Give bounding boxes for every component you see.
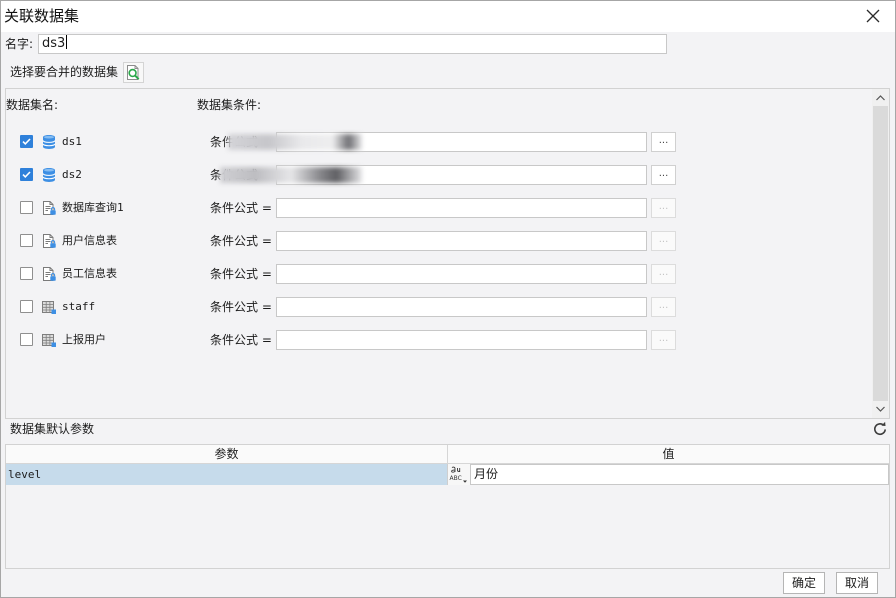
- condition-input[interactable]: [276, 165, 647, 185]
- params-table-header: 参数 值: [6, 445, 889, 464]
- dataset-row: staff 条件公式 =...: [6, 296, 866, 318]
- params-title: 数据集默认参数: [10, 422, 95, 436]
- condition-edit-button[interactable]: ...: [651, 132, 676, 152]
- dataset-row: 用户信息表 条件公式 =...: [6, 230, 866, 252]
- param-column-header: 参数: [6, 445, 448, 463]
- scroll-up-icon[interactable]: [872, 90, 889, 106]
- checkmark-icon: [22, 171, 31, 179]
- params-table: 参数 值 level ABC 月份: [5, 444, 890, 569]
- string-type-icon[interactable]: ABC: [447, 464, 470, 485]
- dataset-name: 上报用户: [62, 333, 106, 346]
- cancel-button[interactable]: 取消: [836, 572, 878, 594]
- dataset-name: 员工信息表: [62, 267, 117, 280]
- dataset-list-panel: 数据集名: 数据集条件: ds1 条件公式 =... ds2 条件公式 =... 数据库…: [5, 88, 890, 419]
- condition-input[interactable]: [276, 264, 647, 284]
- param-value-input[interactable]: 月份: [470, 464, 889, 485]
- scroll-down-icon[interactable]: [872, 401, 889, 417]
- name-input[interactable]: ds3: [38, 34, 667, 54]
- name-label: 名字:: [5, 37, 34, 51]
- condition-edit-button[interactable]: ...: [651, 165, 676, 185]
- dataset-row: ds1 条件公式 =...: [6, 131, 866, 153]
- vertical-scrollbar[interactable]: [872, 89, 889, 418]
- dataset-name: ds2: [62, 168, 82, 181]
- dataset-checkbox[interactable]: [20, 333, 33, 346]
- name-value: ds3: [42, 36, 66, 51]
- dataset-checkbox[interactable]: [20, 234, 33, 247]
- dataset-row: 上报用户 条件公式 =...: [6, 329, 866, 351]
- checkmark-icon: [22, 138, 31, 146]
- refresh-icon[interactable]: [872, 421, 888, 437]
- dataset-checkbox[interactable]: [20, 300, 33, 313]
- dataset-row: 员工信息表 条件公式 =...: [6, 263, 866, 285]
- condition-label: 条件公式 =: [210, 168, 272, 182]
- dataset-name: 数据库查询1: [62, 201, 124, 214]
- dataset-row: 数据库查询1 条件公式 =...: [6, 197, 866, 219]
- dataset-checkbox[interactable]: [20, 267, 33, 280]
- database-icon: [41, 167, 57, 183]
- title-bar: 关联数据集: [0, 0, 896, 32]
- dataset-name: ds1: [62, 135, 82, 148]
- dataset-checkbox[interactable]: [20, 168, 33, 181]
- dataset-checkbox[interactable]: [20, 135, 33, 148]
- condition-edit-button[interactable]: ...: [651, 297, 676, 317]
- condition-input[interactable]: [276, 132, 647, 152]
- condition-input[interactable]: [276, 330, 647, 350]
- condition-label: 条件公式 =: [210, 234, 272, 248]
- dataset-checkbox[interactable]: [20, 201, 33, 214]
- condition-label: 条件公式 =: [210, 201, 272, 215]
- param-name-cell[interactable]: level: [6, 464, 447, 485]
- condition-label: 条件公式 =: [210, 300, 272, 314]
- ok-button[interactable]: 确定: [783, 572, 825, 594]
- text-caret: [66, 35, 68, 49]
- condition-edit-button[interactable]: ...: [651, 330, 676, 350]
- condition-input[interactable]: [276, 297, 647, 317]
- condition-edit-button[interactable]: ...: [651, 198, 676, 218]
- merge-datasets-label: 选择要合并的数据集: [10, 65, 119, 79]
- dataset-name: 用户信息表: [62, 234, 117, 247]
- dataset-name: staff: [62, 300, 96, 313]
- condition-input[interactable]: [276, 231, 647, 251]
- condition-label: 条件公式 =: [210, 333, 272, 347]
- close-icon[interactable]: [864, 7, 882, 25]
- type-caption: ABC: [450, 475, 462, 482]
- database-icon: [41, 134, 57, 150]
- dialog-title: 关联数据集: [4, 7, 80, 25]
- table-icon: [41, 332, 57, 348]
- dataset-preview-icon[interactable]: [123, 62, 144, 83]
- table-icon: [41, 299, 57, 315]
- server-dataset-icon: [41, 200, 57, 216]
- dataset-row: ds2 条件公式 =...: [6, 164, 866, 186]
- dataset-name-header: 数据集名:: [6, 98, 59, 112]
- value-column-header: 值: [662, 447, 675, 461]
- server-dataset-icon: [41, 266, 57, 282]
- condition-edit-button[interactable]: ...: [651, 264, 676, 284]
- condition-label: 条件公式 =: [210, 135, 272, 149]
- param-value: 月份: [474, 467, 499, 481]
- dataset-condition-header: 数据集条件:: [197, 98, 262, 112]
- condition-input[interactable]: [276, 198, 647, 218]
- server-dataset-icon: [41, 233, 57, 249]
- condition-label: 条件公式 =: [210, 267, 272, 281]
- scrollbar-thumb[interactable]: [873, 106, 888, 401]
- condition-edit-button[interactable]: ...: [651, 231, 676, 251]
